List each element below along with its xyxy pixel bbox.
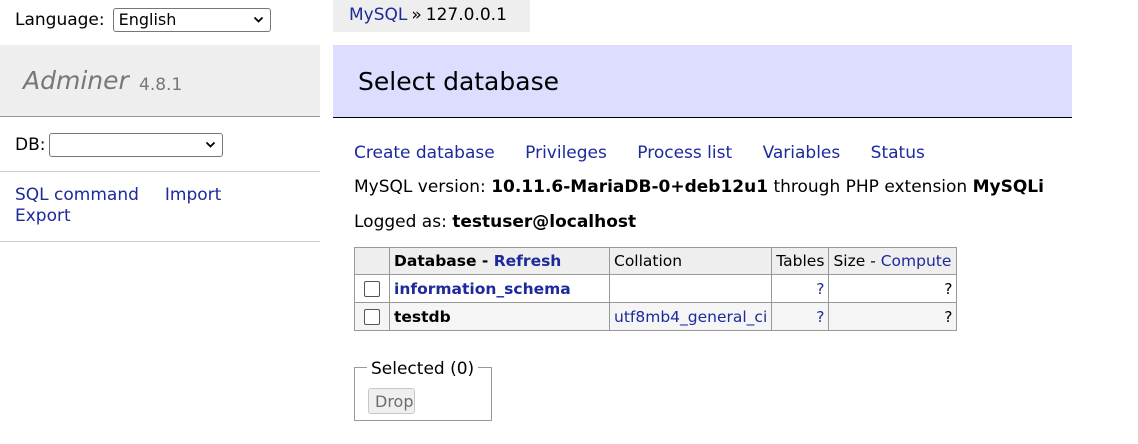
language-select[interactable]: English (112, 8, 271, 32)
status-link[interactable]: Status (871, 143, 925, 163)
header-collation: Collation (608, 247, 773, 275)
action-links: Create database Privileges Process list … (354, 143, 950, 163)
sidebar-links: SQL command Import Export (15, 185, 221, 227)
drop-button[interactable]: Drop (368, 388, 415, 414)
sql-command-link[interactable]: SQL command (15, 185, 139, 206)
header-checkbox-cell (354, 247, 390, 275)
tables-cell: ? (771, 274, 830, 303)
header-tables: Tables (771, 247, 830, 275)
app-version: 4.8.1 (139, 75, 183, 95)
app-name-link[interactable]: Adminer (23, 66, 129, 95)
db-row: DB: (15, 133, 224, 157)
breadcrumb-host: 127.0.0.1 (425, 5, 507, 25)
compute-link[interactable]: Compute (881, 252, 952, 270)
chevron-down-icon (206, 141, 216, 148)
row-checkbox[interactable] (364, 309, 380, 325)
php-extension: MySQLi (972, 177, 1044, 197)
collation-cell: utf8mb4_general_ci (608, 302, 773, 331)
header-size-label: Size (833, 252, 866, 270)
row-checkbox-cell (354, 302, 390, 331)
language-row: Language: English (15, 8, 271, 32)
table-row: information_schema ? ? (354, 274, 958, 303)
table-row: testdb utf8mb4_general_ci ? ? (354, 302, 958, 331)
breadcrumb-separator: » (411, 5, 422, 25)
version-prefix: MySQL version: (354, 177, 486, 197)
sidebar-divider (0, 241, 320, 242)
privileges-link[interactable]: Privileges (525, 143, 607, 163)
tables-cell: ? (771, 302, 830, 331)
header-dash: - (865, 252, 881, 270)
collation-link[interactable]: utf8mb4_general_ci (614, 308, 767, 326)
header-database: Database - Refresh (389, 247, 610, 275)
sidebar-divider (0, 171, 320, 172)
tables-count-link[interactable]: ? (816, 280, 824, 298)
export-link[interactable]: Export (15, 206, 71, 227)
variables-link[interactable]: Variables (763, 143, 841, 163)
database-link[interactable]: information_schema (394, 280, 571, 298)
size-cell: ? (828, 274, 958, 303)
database-link[interactable]: testdb (394, 308, 451, 326)
logged-user: testuser@localhost (452, 212, 637, 232)
selected-legend: Selected (0) (367, 359, 479, 379)
logged-as-line: Logged as: testuser@localhost (354, 212, 636, 232)
database-name-cell: information_schema (389, 274, 610, 303)
page-title: Select database (358, 67, 559, 96)
mysql-version: 10.11.6-MariaDB-0+deb12u1 (491, 177, 769, 197)
refresh-link[interactable]: Refresh (494, 252, 562, 270)
title-bar: Select database (333, 45, 1072, 118)
size-cell: ? (828, 302, 958, 331)
header-dash: - (476, 252, 494, 270)
header-size: Size - Compute (828, 247, 958, 275)
db-label: DB: (15, 135, 46, 155)
language-select-value: English (118, 10, 177, 29)
database-table: Database - Refresh Collation Tables Size… (354, 247, 958, 331)
process-list-link[interactable]: Process list (637, 143, 732, 163)
selected-fieldset: Selected (0) Drop (354, 359, 492, 421)
logged-prefix: Logged as: (354, 212, 447, 232)
version-through: through PHP extension (773, 177, 968, 197)
create-database-link[interactable]: Create database (354, 143, 495, 163)
sidebar: Language: English Adminer 4.8.1 DB: SQL … (0, 0, 320, 444)
brand-header: Adminer 4.8.1 (0, 45, 320, 117)
breadcrumb-server-link[interactable]: MySQL (349, 5, 407, 25)
chevron-down-icon (253, 16, 263, 23)
breadcrumb: MySQL» 127.0.0.1 (333, 0, 530, 32)
import-link[interactable]: Import (165, 185, 221, 206)
header-database-label: Database (394, 252, 477, 270)
collation-cell (608, 274, 773, 303)
db-select[interactable] (49, 133, 224, 157)
mysql-version-line: MySQL version: 10.11.6-MariaDB-0+deb12u1… (354, 177, 1044, 197)
row-checkbox-cell (354, 274, 390, 303)
language-label: Language: (15, 10, 105, 30)
database-name-cell: testdb (389, 302, 610, 331)
row-checkbox[interactable] (364, 281, 380, 297)
table-header-row: Database - Refresh Collation Tables Size… (354, 247, 958, 275)
tables-count-link[interactable]: ? (816, 308, 824, 326)
